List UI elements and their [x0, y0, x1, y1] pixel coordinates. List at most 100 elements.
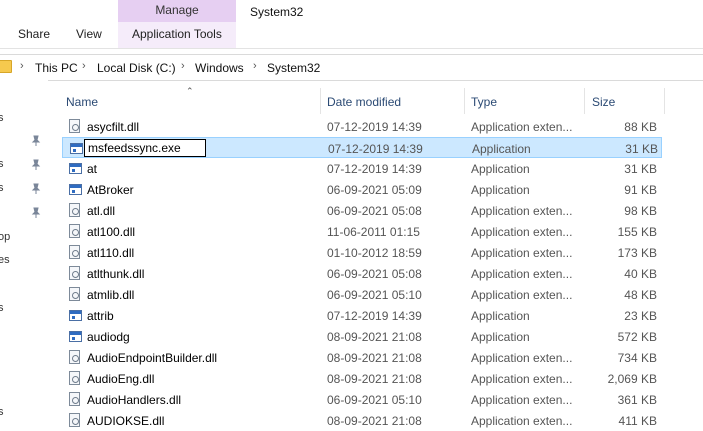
file-type: Application exten... [471, 372, 573, 386]
breadcrumb-this-pc[interactable]: This PC [35, 61, 78, 75]
rename-input[interactable]: msfeedssync.exe [84, 139, 206, 157]
file-row[interactable]: atl100.dll 11-06-2011 01:15 Application ex… [62, 221, 662, 242]
nav-item-label[interactable]: es [0, 254, 10, 266]
file-name: at [87, 162, 98, 176]
file-size: 31 KB [625, 142, 658, 156]
nav-item-label[interactable]: s [0, 302, 4, 314]
file-date-modified: 07-12-2019 14:39 [327, 162, 422, 176]
file-date-modified: 06-09-2021 05:09 [327, 183, 422, 197]
file-type: Application exten... [471, 414, 573, 428]
dll-file-icon [69, 266, 80, 280]
tab-application-tools[interactable]: Application Tools [132, 27, 222, 41]
file-row[interactable]: AudioEndpointBuilder.dll 08-09-2021 21:08… [62, 347, 662, 368]
file-size: 48 KB [624, 288, 657, 302]
column-header-date[interactable]: Date modified [327, 95, 401, 109]
file-type: Application exten... [471, 225, 573, 239]
column-header-type[interactable]: Type [471, 95, 497, 109]
file-type: Application exten... [471, 246, 573, 260]
file-row[interactable]: AtBroker 06-09-2021 05:09 Application 91 KB [62, 179, 662, 200]
file-name: AUDIOKSE.dll [87, 414, 165, 428]
navigation-pane: s s s op es s s [0, 80, 48, 421]
breadcrumb-separator[interactable]: › [20, 60, 24, 72]
address-bar[interactable]: › This PC › Local Disk (C:) › Windows › … [0, 54, 703, 81]
file-row[interactable]: asycfilt.dll 07-12-2019 14:39 Application … [62, 116, 662, 137]
file-size: 88 KB [624, 120, 657, 134]
breadcrumb-system32[interactable]: System32 [267, 61, 320, 75]
nav-item-label[interactable]: s [0, 112, 4, 124]
ribbon: Manage System32 Share View Application T… [0, 0, 703, 49]
application-icon [69, 331, 82, 342]
file-row[interactable]: atl110.dll 01-10-2012 18:59 Application ex… [62, 242, 662, 263]
nav-item-label[interactable]: s [0, 158, 4, 170]
file-name: AudioEng.dll [87, 372, 155, 386]
pin-icon[interactable] [31, 207, 41, 219]
file-date-modified: 06-09-2021 05:10 [327, 288, 422, 302]
breadcrumb-separator[interactable]: › [82, 60, 86, 72]
file-row[interactable]: attrib 07-12-2019 14:39 Application 23 KB [62, 305, 662, 326]
file-row[interactable]: AudioHandlers.dll 06-09-2021 05:10 Applica… [62, 389, 662, 410]
application-icon [69, 184, 82, 195]
column-divider[interactable] [664, 88, 665, 114]
file-row[interactable]: atlthunk.dll 06-09-2021 05:08 Application … [62, 263, 662, 284]
column-header-name[interactable]: Name [66, 95, 98, 109]
tab-share[interactable]: Share [18, 27, 50, 41]
rename-input-text: msfeedssync.exe [88, 141, 181, 155]
column-header-row: Name Date modified Type Size [62, 88, 665, 114]
pin-icon[interactable] [31, 183, 41, 195]
file-name: atl.dll [87, 204, 116, 218]
dll-file-icon [69, 350, 80, 364]
file-date-modified: 08-09-2021 21:08 [327, 414, 422, 428]
dll-file-icon [69, 287, 80, 301]
application-icon [70, 143, 83, 154]
file-size: 155 KB [617, 225, 657, 239]
file-row[interactable]: atmlib.dll 06-09-2021 05:10 Application ex… [62, 284, 662, 305]
manage-context-label[interactable]: Manage [118, 3, 236, 17]
file-name: AudioHandlers.dll [87, 393, 182, 407]
file-type: Application exten... [471, 393, 573, 407]
file-row[interactable]: AudioEng.dll 08-09-2021 21:08 Application … [62, 368, 662, 389]
dll-file-icon [69, 245, 80, 259]
file-type: Application [472, 142, 531, 156]
breadcrumb-local-disk[interactable]: Local Disk (C:) [97, 61, 176, 75]
nav-item-label[interactable]: s [0, 406, 4, 418]
nav-item-label[interactable]: s [0, 182, 4, 194]
file-row[interactable]: audiodg 08-09-2021 21:08 Application 572 KB [62, 326, 662, 347]
nav-item-label[interactable]: op [0, 231, 10, 243]
application-icon [69, 310, 82, 321]
dll-file-icon [69, 203, 80, 217]
file-type: Application [471, 309, 530, 323]
file-row[interactable]: at 07-12-2019 14:39 Application 31 KB [62, 158, 662, 179]
column-divider[interactable] [464, 88, 465, 114]
file-size: 411 KB [618, 414, 657, 428]
file-name: AtBroker [87, 183, 134, 197]
file-date-modified: 08-09-2021 21:08 [327, 330, 422, 344]
file-size: 40 KB [624, 267, 657, 281]
file-date-modified: 07-12-2019 14:39 [327, 120, 422, 134]
breadcrumb-separator[interactable]: › [181, 60, 185, 72]
breadcrumb-windows[interactable]: Windows [195, 61, 244, 75]
file-date-modified: 06-09-2021 05:10 [327, 393, 422, 407]
file-row[interactable]: atl.dll 06-09-2021 05:08 Application exten… [62, 200, 662, 221]
tab-view[interactable]: View [76, 27, 102, 41]
file-name: asycfilt.dll [87, 120, 140, 134]
file-type: Application exten... [471, 351, 573, 365]
file-row[interactable]: msfeedssync.exe 07-12-2019 14:39 Applicati… [62, 137, 662, 158]
file-type: Application [471, 183, 530, 197]
application-icon [69, 163, 82, 174]
column-header-size[interactable]: Size [592, 95, 615, 109]
pin-icon[interactable] [31, 159, 41, 171]
column-divider[interactable] [320, 88, 321, 114]
file-name: atmlib.dll [87, 288, 135, 302]
file-name: attrib [87, 309, 114, 323]
file-date-modified: 08-09-2021 21:08 [327, 351, 422, 365]
folder-icon [0, 60, 12, 73]
file-size: 91 KB [624, 183, 657, 197]
breadcrumb-separator[interactable]: › [253, 60, 257, 72]
file-type: Application [471, 162, 530, 176]
file-size: 2,069 KB [607, 372, 657, 386]
file-type: Application exten... [471, 288, 573, 302]
file-size: 23 KB [624, 309, 657, 323]
file-size: 361 KB [617, 393, 657, 407]
column-divider[interactable] [584, 88, 585, 114]
pin-icon[interactable] [31, 135, 41, 147]
